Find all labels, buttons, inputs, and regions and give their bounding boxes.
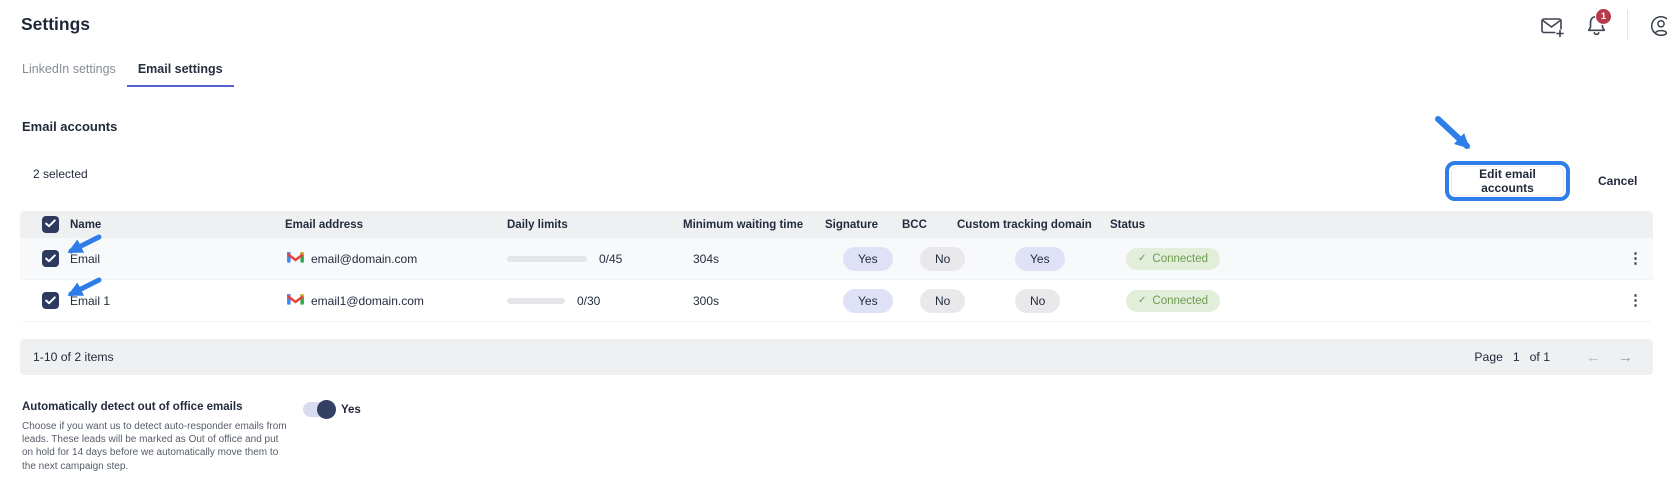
selected-count: 2 selected <box>33 167 88 181</box>
auto-detect-description: Choose if you want us to detect auto-res… <box>22 420 290 473</box>
gmail-icon <box>287 250 304 267</box>
page-label: Page <box>1474 350 1502 364</box>
pager: Page 1 of 1 ← → <box>1474 350 1633 365</box>
custom-tracking-badge: No <box>1015 289 1060 313</box>
cell-min-waiting-time: 300s <box>683 294 825 308</box>
signature-badge: Yes <box>843 247 893 271</box>
column-header-daily-limits: Daily limits <box>507 219 683 231</box>
column-header-email: Email address <box>285 219 507 231</box>
signature-badge: Yes <box>843 289 893 313</box>
gmail-icon <box>287 292 304 309</box>
cell-email-address: email@domain.com <box>311 252 417 266</box>
page-number: 1 <box>1513 350 1520 364</box>
toggle-track[interactable] <box>303 402 333 417</box>
tab-linkedin-settings[interactable]: LinkedIn settings <box>11 58 127 87</box>
page-title: Settings <box>21 14 90 35</box>
daily-limit-progress-bar <box>507 256 587 262</box>
status-badge: ✓ Connected <box>1126 290 1220 312</box>
cell-min-waiting-time: 304s <box>683 252 825 266</box>
toggle-knob <box>317 400 336 419</box>
check-icon: ✓ <box>1138 253 1146 264</box>
table-header-row: Name Email address Daily limits Minimum … <box>20 211 1653 238</box>
cell-daily-limit: 0/45 <box>599 252 622 266</box>
table-pagination-footer: 1-10 of 2 items Page 1 of 1 ← → <box>20 339 1653 375</box>
check-icon: ✓ <box>1138 295 1146 306</box>
cancel-button[interactable]: Cancel <box>1598 166 1637 196</box>
column-header-name: Name <box>70 219 285 231</box>
tab-email-settings[interactable]: Email settings <box>127 58 234 87</box>
cell-email-address: email1@domain.com <box>311 294 424 308</box>
row-checkbox[interactable] <box>42 250 59 267</box>
select-all-checkbox[interactable] <box>42 216 59 233</box>
compose-email-button[interactable] <box>1539 13 1565 39</box>
auto-detect-title: Automatically detect out of office email… <box>22 401 242 413</box>
email-accounts-table: Name Email address Daily limits Minimum … <box>20 211 1653 322</box>
topbar-divider <box>1627 10 1628 40</box>
row-checkbox[interactable] <box>42 292 59 309</box>
settings-tabs: LinkedIn settings Email settings <box>11 58 234 87</box>
custom-tracking-badge: Yes <box>1015 247 1065 271</box>
notification-count-badge: 1 <box>1595 8 1612 25</box>
column-header-min-waiting-time: Minimum waiting time <box>683 219 825 231</box>
profile-button[interactable] <box>1649 14 1667 38</box>
column-header-bcc: BCC <box>902 219 957 231</box>
daily-limit-progress-bar <box>507 298 565 304</box>
column-header-status: Status <box>1110 219 1613 231</box>
page-total: of 1 <box>1530 350 1550 364</box>
toggle-value-label: Yes <box>341 404 361 416</box>
column-header-signature: Signature <box>825 219 902 231</box>
edit-email-accounts-button[interactable]: Edit email accounts <box>1451 166 1564 196</box>
column-header-custom-tracking-domain: Custom tracking domain <box>957 219 1110 231</box>
section-title: Email accounts <box>22 119 117 134</box>
row-menu-button[interactable]: ⋮ <box>1613 251 1653 266</box>
auto-detect-toggle[interactable]: Yes <box>303 402 361 417</box>
check-icon <box>45 219 56 231</box>
check-icon <box>45 252 56 266</box>
cell-daily-limit: 0/30 <box>577 294 600 308</box>
settings-page: Settings 1 <box>0 0 1667 487</box>
table-row: Email email@domain.com 0/45 304s Yes <box>20 238 1653 280</box>
cell-name: Email 1 <box>70 294 285 308</box>
table-row: Email 1 email1@domain.com 0/30 300s Yes <box>20 280 1653 322</box>
check-icon <box>45 294 56 308</box>
prev-page-button[interactable]: ← <box>1586 350 1601 365</box>
items-range-text: 1-10 of 2 items <box>33 350 114 364</box>
status-badge: ✓ Connected <box>1126 248 1220 270</box>
cell-name: Email <box>70 252 285 266</box>
annotation-arrow-edit-button <box>1438 119 1467 146</box>
person-icon <box>1649 14 1667 38</box>
envelope-plus-icon <box>1539 13 1565 39</box>
next-page-button[interactable]: → <box>1618 350 1633 365</box>
row-menu-button[interactable]: ⋮ <box>1613 293 1653 308</box>
